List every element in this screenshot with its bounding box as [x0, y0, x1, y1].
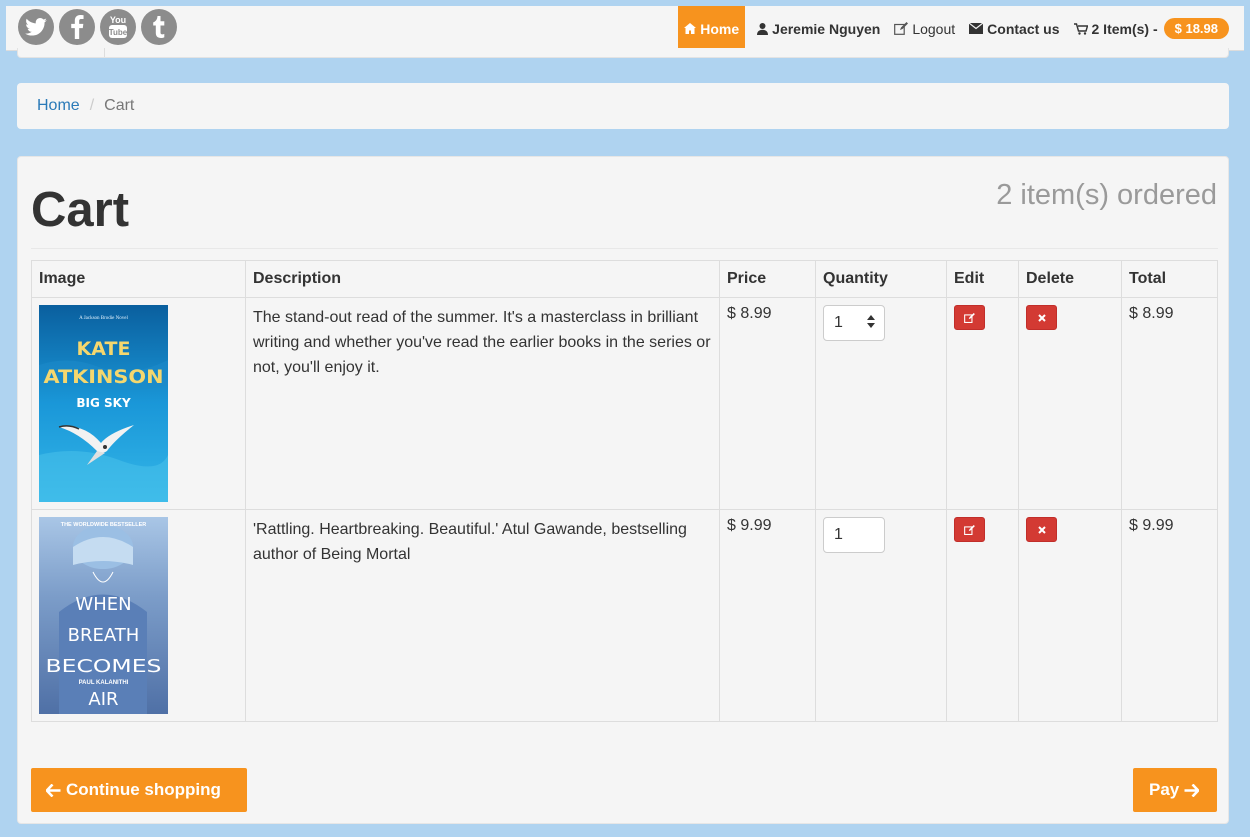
- envelope-icon: [969, 23, 984, 34]
- navbar-drop: [17, 48, 1229, 58]
- delete-button[interactable]: [1026, 517, 1057, 542]
- continue-shopping-label: Continue shopping: [66, 780, 221, 799]
- user-icon: [757, 22, 769, 35]
- edit-button[interactable]: [954, 517, 985, 542]
- facebook-icon[interactable]: [59, 9, 95, 45]
- main-nav: Home Jeremie Nguyen Logout Contact us 2 …: [678, 6, 1229, 51]
- cart-icon: [1073, 22, 1088, 35]
- table-header-row: Image Description Price Quantity Edit De…: [31, 260, 1218, 298]
- youtube-icon[interactable]: You Tube: [100, 9, 136, 45]
- nav-cart-label: 2 Item(s) -: [1091, 20, 1158, 37]
- title-divider: [31, 248, 1218, 249]
- table-row: THE WORLDWIDE BESTSELLER WHEN BREATH BEC…: [31, 509, 1218, 722]
- cell-quantity: 1: [815, 509, 947, 722]
- quantity-value: 1: [834, 526, 843, 543]
- cell-price: $ 9.99: [719, 509, 816, 722]
- home-icon: [684, 23, 697, 34]
- cover-top-line: THE WORLDWIDE BESTSELLER: [61, 522, 147, 528]
- close-icon: [1037, 525, 1046, 534]
- social-links: You Tube: [18, 9, 177, 45]
- page-title: Cart: [31, 183, 130, 237]
- svg-text:You: You: [110, 15, 126, 25]
- cover-title-line3: BECOMES: [46, 656, 162, 677]
- cell-delete: [1018, 509, 1122, 722]
- nav-home-label: Home: [700, 20, 740, 37]
- cover-title: BIG SKY: [76, 396, 131, 410]
- twitter-icon[interactable]: [18, 9, 54, 45]
- nav-cart[interactable]: 2 Item(s) - $ 18.98: [1067, 6, 1229, 51]
- cover-author-line1: KATE: [77, 338, 131, 360]
- top-navbar: You Tube Home Jeremie Nguyen Logout Cont…: [6, 6, 1244, 51]
- cart-total-badge: $ 18.98: [1163, 18, 1229, 39]
- cell-price: $ 8.99: [719, 297, 816, 510]
- pay-label: Pay: [1149, 780, 1180, 799]
- cell-edit: [946, 297, 1019, 510]
- cover-title-line4: AIR: [88, 689, 118, 710]
- cell-quantity: 1: [815, 297, 947, 510]
- close-icon: [1037, 313, 1046, 322]
- cart-table: Image Description Price Quantity Edit De…: [31, 260, 1218, 722]
- edit-icon: [964, 312, 975, 323]
- quantity-input[interactable]: 1: [823, 305, 885, 341]
- edit-icon: [964, 524, 975, 535]
- cover-title-line1: WHEN: [75, 594, 131, 615]
- book-cover-when-breath-becomes-air: THE WORLDWIDE BESTSELLER WHEN BREATH BEC…: [39, 517, 168, 714]
- column-header-quantity: Quantity: [815, 260, 947, 298]
- cell-description: 'Rattling. Heartbreaking. Beautiful.' At…: [245, 509, 720, 722]
- cover-tagline: A Jackson Brodie Novel: [79, 316, 128, 321]
- quantity-input[interactable]: 1: [823, 517, 885, 553]
- column-header-delete: Delete: [1018, 260, 1122, 298]
- tumblr-icon[interactable]: [141, 9, 177, 45]
- edit-icon: [894, 22, 909, 35]
- nav-user-label: Jeremie Nguyen: [772, 20, 881, 37]
- continue-shopping-button[interactable]: Continue shopping: [31, 768, 247, 812]
- cell-total: $ 9.99: [1121, 509, 1218, 722]
- column-header-edit: Edit: [946, 260, 1019, 298]
- arrow-right-icon: [1184, 783, 1200, 797]
- cover-author: PAUL KALANITHI: [79, 680, 129, 686]
- cell-edit: [946, 509, 1019, 722]
- nav-user[interactable]: Jeremie Nguyen: [750, 6, 887, 51]
- breadcrumb: Home / Cart: [17, 83, 1229, 129]
- nav-contact-label: Contact us: [987, 20, 1060, 37]
- cell-description: The stand-out read of the summer. It's a…: [245, 297, 720, 510]
- quantity-stepper[interactable]: [867, 315, 875, 328]
- cell-delete: [1018, 297, 1122, 510]
- breadcrumb-separator: /: [89, 97, 95, 114]
- nav-home[interactable]: Home: [678, 6, 746, 51]
- cell-image: A Jackson Brodie Novel KATE ATKINSON BIG…: [31, 297, 246, 510]
- column-header-description: Description: [245, 260, 720, 298]
- breadcrumb-home-link[interactable]: Home: [37, 97, 80, 115]
- nav-logout[interactable]: Logout: [887, 6, 962, 51]
- breadcrumb-current: Cart: [104, 97, 135, 114]
- items-ordered-count: 2 item(s) ordered: [996, 179, 1217, 211]
- quantity-value: 1: [834, 314, 843, 331]
- nav-logout-label: Logout: [912, 20, 956, 37]
- edit-button[interactable]: [954, 305, 985, 330]
- cell-image: THE WORLDWIDE BESTSELLER WHEN BREATH BEC…: [31, 509, 246, 722]
- cart-panel: Cart 2 item(s) ordered Image Description…: [17, 156, 1229, 824]
- cover-title-line2: BREATH: [68, 625, 140, 646]
- arrow-left-icon: [46, 783, 61, 797]
- table-row: A Jackson Brodie Novel KATE ATKINSON BIG…: [31, 297, 1218, 510]
- column-header-price: Price: [719, 260, 816, 298]
- nav-contact[interactable]: Contact us: [962, 6, 1066, 51]
- pay-button[interactable]: Pay: [1133, 768, 1217, 812]
- column-header-image: Image: [31, 260, 246, 298]
- svg-text:Tube: Tube: [109, 28, 128, 37]
- book-cover-big-sky: A Jackson Brodie Novel KATE ATKINSON BIG…: [39, 305, 168, 502]
- cover-author-line2: ATKINSON: [44, 366, 164, 388]
- column-header-total: Total: [1121, 260, 1218, 298]
- cell-total: $ 8.99: [1121, 297, 1218, 510]
- delete-button[interactable]: [1026, 305, 1057, 330]
